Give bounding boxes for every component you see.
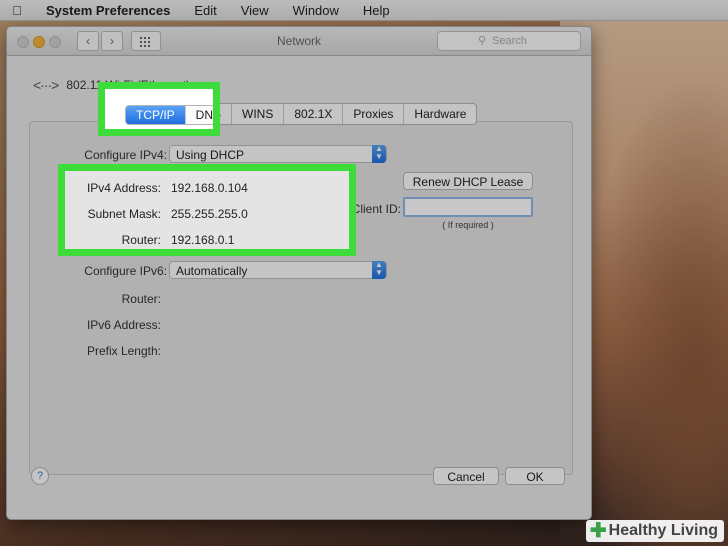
configure-ipv6-select[interactable]: Automatically ▲ ▼ [169,261,387,279]
dhcp-client-id-field[interactable] [403,197,533,217]
configure-ipv6-value: Automatically [176,264,248,278]
tab-dns-highlighted[interactable]: DNS [186,106,213,124]
tab-proxies[interactable]: Proxies [343,104,405,124]
title-bar: ‹ › Network ⚲ Search [7,27,591,56]
configure-ipv6-label: Configure IPv6: [84,264,167,278]
router-label: Router: [121,233,161,247]
chevron-updown-icon: ▲ ▼ [372,261,386,279]
search-placeholder: Search [492,35,527,47]
menu-system-preferences[interactable]: System Preferences [34,3,182,18]
menu-view[interactable]: View [229,3,281,18]
router-row: Router: 192.168.0.1 [65,233,349,253]
prefix-length-label: Prefix Length: [86,344,161,358]
highlight-tab-bar: TCP/IP DNS [125,105,213,125]
menu-edit[interactable]: Edit [182,3,228,18]
cancel-button[interactable]: Cancel [433,467,499,485]
plus-logo-icon: ✚ [589,520,607,542]
menu-bar:  System Preferences Edit View Window He… [0,0,728,21]
ethernet-icon: <···> [33,77,59,93]
search-field[interactable]: ⚲ Search [437,31,581,51]
subnet-mask-row: Subnet Mask: 255.255.255.0 [65,207,349,227]
help-button[interactable]: ? [31,467,49,485]
ipv6-address-label: IPv6 Address: [86,318,161,332]
renew-dhcp-button[interactable]: Renew DHCP Lease [403,172,533,190]
ipv4-address-value: 192.168.0.104 [171,181,248,195]
configure-ipv4-select[interactable]: Using DHCP ▲ ▼ [169,145,387,163]
menu-help[interactable]: Help [351,3,402,18]
search-icon: ⚲ [478,35,487,47]
tab-8021x[interactable]: 802.1X [284,104,344,124]
highlight-ipv4-details: IPv4 Address: 192.168.0.104 Subnet Mask:… [58,164,356,256]
tab-wins[interactable]: WINS [232,104,285,124]
ok-button[interactable]: OK [505,467,565,485]
configure-ipv4-value: Using DHCP [176,148,245,162]
ipv6-router-label: Router: [121,292,161,306]
tab-hardware[interactable]: Hardware [404,104,476,124]
subnet-mask-label: Subnet Mask: [87,207,161,221]
healthy-living-watermark: ✚ Healthy Living [585,520,724,542]
menu-window[interactable]: Window [281,3,351,18]
if-required-note: ( If required ) [442,220,494,230]
ipv4-address-label: IPv4 Address: [86,181,161,195]
ipv4-address-row: IPv4 Address: 192.168.0.104 [65,181,349,201]
configure-ipv4-label: Configure IPv4: [84,148,167,162]
router-value: 192.168.0.1 [171,233,235,247]
tab-tcpip-highlighted[interactable]: TCP/IP [126,106,186,124]
highlight-tcpip-tab: TCP/IP DNS [98,82,220,136]
watermark-text: Healthy Living [608,522,718,539]
apple-menu-icon[interactable]:  [0,3,34,18]
network-preferences-window: ‹ › Network ⚲ Search <···> 802.11 Wi-Fi … [6,26,592,520]
subnet-mask-value: 255.255.255.0 [171,207,248,221]
chevron-updown-icon: ▲ ▼ [372,145,386,163]
